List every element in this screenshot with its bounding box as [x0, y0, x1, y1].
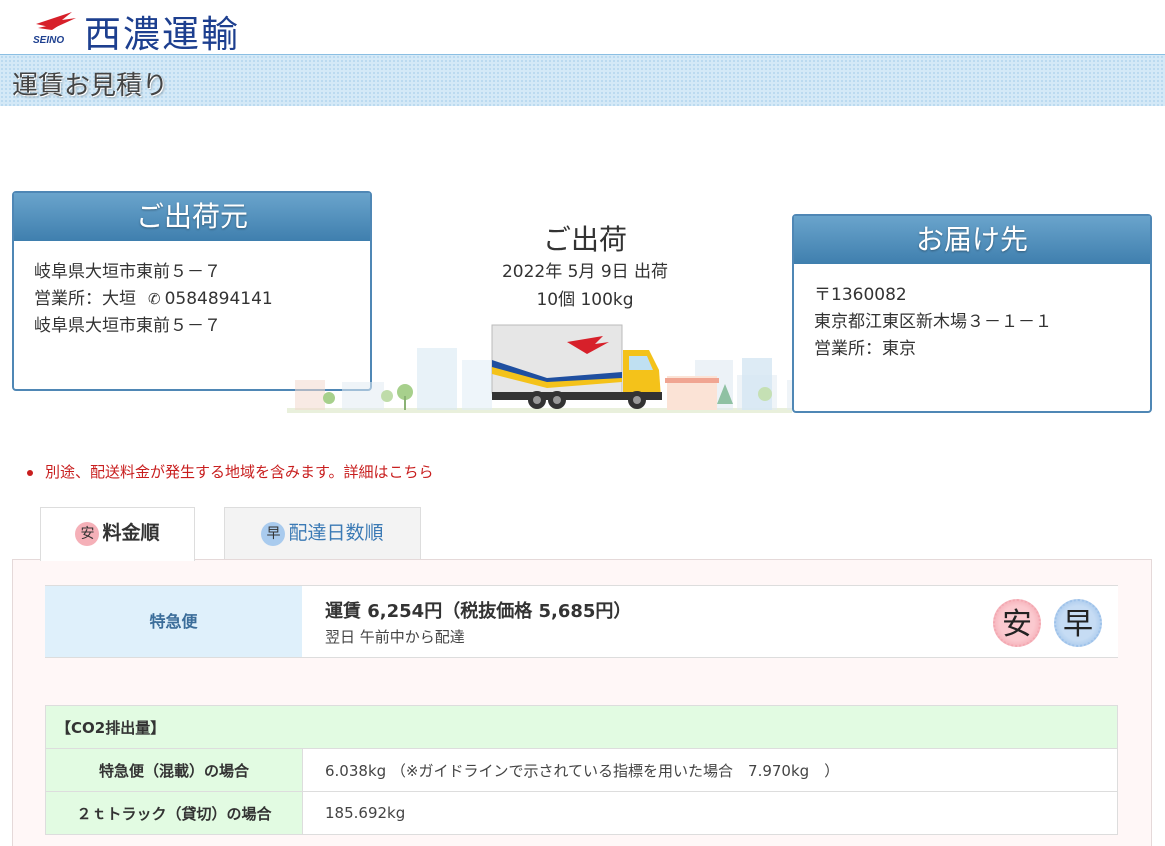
co2-row-label: 特急便（混載）の場合: [45, 748, 303, 792]
fastest-seal-icon: 早: [1054, 599, 1102, 647]
tab-price-label: 料金順: [102, 522, 160, 544]
fast-badge-icon: 早: [261, 521, 286, 546]
origin-address: 岐阜県大垣市東前５－７: [34, 262, 221, 282]
tab-delivery-days-order[interactable]: 早配達日数順: [224, 507, 421, 560]
destination-title: お届け先: [794, 216, 1150, 264]
notice-bullet-icon: [27, 469, 33, 476]
site-header: SEINO 西濃運輸: [0, 0, 1165, 56]
co2-row-value: 185.692kg: [302, 791, 1118, 835]
result-price: 運賃 6,254円（税抜価格 5,685円）: [325, 601, 632, 622]
phone-icon: ✆: [148, 290, 161, 308]
shipment-info: ご出荷 2022年 5月 9日 出荷 10個 100kg: [440, 218, 730, 314]
co2-row-value: 6.038kg （※ガイドラインで示されている指標を用いた場合 7.970kg …: [302, 748, 1118, 792]
destination-office: 営業所：東京: [814, 339, 916, 359]
shipment-date: 2022年 5月 9日 出荷: [501, 262, 669, 282]
result-row: 特急便 運賃 6,254円（税抜価格 5,685円） 翌日 午前中から配達 安 …: [45, 585, 1118, 658]
co2-row-label: ２ｔトラック（貸切）の場合: [45, 791, 303, 835]
origin-phone: 0584894141: [164, 289, 273, 309]
destination-body: 〒1360082 東京都江東区新木場３－１－１ 営業所：東京: [794, 264, 1150, 381]
result-delivery: 翌日 午前中から配達: [325, 628, 465, 646]
destination-panel: お届け先 〒1360082 東京都江東区新木場３－１－１ 営業所：東京: [792, 214, 1152, 413]
origin-office-line: 営業所：大垣 ✆ 0584894141: [34, 286, 350, 313]
shipment-quantity: 10個 100kg: [536, 290, 634, 310]
destination-address: 東京都江東区新木場３－１－１: [814, 312, 1052, 332]
service-name: 特急便: [45, 586, 302, 657]
tab-days-label: 配達日数順: [288, 522, 384, 544]
table-row: ２ｔトラック（貸切）の場合 185.692kg: [45, 791, 1118, 835]
co2-header-row: 【CO2排出量】: [45, 705, 1118, 749]
page-title: 運賃お見積り: [12, 71, 169, 101]
tab-price-order[interactable]: 安料金順: [40, 507, 195, 561]
title-bar: 運賃お見積り: [0, 54, 1165, 106]
seino-logo-icon[interactable]: SEINO: [32, 10, 78, 46]
notice-item[interactable]: 別途、配送料金が発生する地域を含みます。詳細はこちら: [27, 461, 434, 482]
notice-text[interactable]: 別途、配送料金が発生する地域を含みます。詳細はこちら: [45, 463, 434, 481]
origin-title: ご出荷元: [14, 193, 370, 241]
cheapest-seal-icon: 安: [993, 599, 1041, 647]
table-row: 特急便（混載）の場合 6.038kg （※ガイドラインで示されている指標を用いた…: [45, 748, 1118, 792]
origin-office: 営業所：大垣: [34, 289, 136, 309]
logo-sub-text: SEINO: [33, 35, 64, 46]
co2-table: 【CO2排出量】 特急便（混載）の場合 6.038kg （※ガイドラインで示され…: [45, 705, 1118, 835]
destination-postal: 〒1360082: [814, 285, 907, 305]
truck-city-illustration: [287, 324, 792, 413]
co2-header: 【CO2排出量】: [45, 705, 1118, 749]
shipment-title: ご出荷: [542, 223, 627, 256]
company-name[interactable]: 西濃運輸: [84, 4, 240, 58]
cheap-badge-icon: 安: [75, 521, 100, 546]
